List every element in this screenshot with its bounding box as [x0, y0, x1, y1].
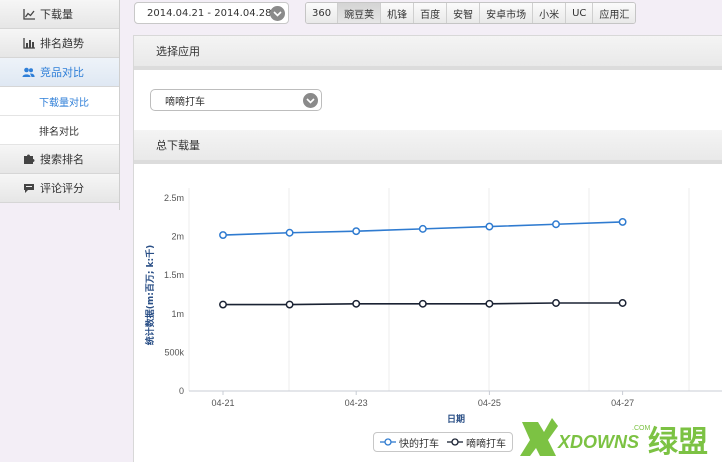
tab-label: 360 — [312, 7, 332, 19]
sidebar-subitem-rank-compare[interactable]: 排名对比 — [0, 116, 119, 145]
legend-item-series-2[interactable]: 嘀嘀打车 — [447, 435, 506, 450]
data-point-series-2 — [485, 299, 494, 308]
tab-xiaomi[interactable]: 小米 — [533, 3, 567, 23]
tab-label: 机锋 — [387, 9, 408, 21]
data-point-series-2 — [418, 299, 427, 308]
chart-legend: 快的打车 嘀嘀打车 — [373, 432, 513, 452]
tab-android-market[interactable]: 安卓市场 — [480, 3, 534, 23]
tab-baidu[interactable]: 百度 — [414, 3, 448, 23]
data-point-series-1 — [485, 222, 494, 231]
data-point-series-2 — [285, 300, 294, 309]
sidebar-item-reviews[interactable]: 评论评分 — [0, 174, 119, 203]
y-tick-label: 1.5m — [164, 270, 184, 280]
legend-marker-series-1 — [380, 438, 396, 446]
x-tick-label: 04-27 — [611, 398, 634, 408]
tab-wandoujia[interactable]: 豌豆荚 — [338, 3, 382, 23]
date-range-picker[interactable]: 2014.04.21 - 2014.04.28 — [134, 2, 289, 24]
sidebar-item-label: 搜索排名 — [40, 153, 84, 166]
watermark-suffix: 绿盟 — [648, 425, 708, 460]
x-tick-label: 04-21 — [211, 398, 234, 408]
data-point-series-2 — [552, 299, 560, 307]
x-tick-label: 04-23 — [345, 398, 368, 408]
tab-label: 小米 — [539, 9, 560, 21]
watermark-text: XDOWNS — [557, 432, 639, 452]
comment-icon — [22, 182, 35, 195]
sidebar-item-downloads[interactable]: 下载量 — [0, 0, 119, 29]
tab-label: UC — [572, 7, 587, 19]
data-point-series-1 — [285, 228, 294, 237]
puzzle-icon — [22, 153, 35, 166]
legend-label: 嘀嘀打车 — [466, 438, 506, 450]
tab-anzhi[interactable]: 安智 — [447, 3, 481, 23]
market-tabs: 360 豌豆荚 机锋 百度 安智 安卓市场 小米 UC 应用汇 — [305, 2, 637, 24]
sidebar-item-label: 下载量 — [40, 8, 73, 21]
sidebar-subitem-label: 排名对比 — [39, 126, 79, 138]
xdowns-watermark-logo: XDOWNS .COM 绿盟 — [520, 418, 708, 460]
data-point-series-1 — [418, 224, 427, 233]
date-range-value: 2014.04.21 - 2014.04.28 — [147, 7, 272, 19]
y-axis-label: 统计数据(m:百万; k:千) — [144, 245, 156, 346]
x-tick-label: 04-25 — [478, 398, 501, 408]
bar-chart-icon — [22, 37, 35, 50]
sidebar: 下载量 排名趋势 竞品对比 下载量对比 排名对比 搜索排名 评论评分 — [0, 0, 119, 203]
tab-uc[interactable]: UC — [566, 3, 594, 23]
users-icon — [22, 66, 35, 79]
data-point-series-2 — [352, 299, 361, 308]
tab-label: 安卓市场 — [486, 9, 527, 21]
y-tick-label: 2.5m — [164, 193, 184, 203]
legend-label: 快的打车 — [399, 438, 439, 450]
content-panel: 选择应用 嘀嘀打车 总下载量 0 500k 1m 1.5m 2m 2.5m 04-21 04-… — [133, 35, 722, 462]
data-point-series-1 — [219, 231, 227, 240]
sidebar-item-rank-trend[interactable]: 排名趋势 — [0, 29, 119, 58]
y-tick-label: 500k — [164, 347, 184, 357]
line-chart-icon — [22, 8, 35, 21]
data-point-series-1 — [352, 227, 361, 236]
legend-item-series-1[interactable]: 快的打车 — [380, 435, 439, 450]
data-point-series-2 — [219, 300, 227, 309]
tab-label: 应用汇 — [599, 9, 630, 21]
tab-jifeng[interactable]: 机锋 — [381, 3, 415, 23]
tab-label: 豌豆荚 — [344, 9, 375, 21]
sidebar-divider — [119, 0, 120, 210]
data-point-series-1 — [618, 217, 627, 226]
y-tick-label: 2m — [171, 232, 184, 242]
tab-yingyonghui[interactable]: 应用汇 — [593, 3, 636, 23]
sidebar-item-label: 排名趋势 — [40, 37, 84, 50]
data-point-series-2 — [618, 299, 627, 307]
y-tick-label: 1m — [171, 309, 184, 319]
data-point-series-1 — [552, 220, 560, 229]
sidebar-item-label: 评论评分 — [40, 182, 84, 195]
legend-marker-series-2 — [447, 438, 463, 446]
y-tick-label: 0 — [179, 386, 184, 396]
sidebar-item-competitor-compare[interactable]: 竞品对比 — [0, 58, 119, 87]
tab-360[interactable]: 360 — [306, 3, 339, 23]
x-axis-label: 日期 — [447, 413, 465, 425]
chevron-down-icon[interactable] — [270, 6, 285, 21]
sidebar-subitem-label: 下载量对比 — [39, 97, 89, 109]
tab-label: 百度 — [420, 9, 441, 21]
download-line-chart: 0 500k 1m 1.5m 2m 2.5m 04-21 04-23 04-25 04-27 日期 统… — [144, 188, 722, 425]
sidebar-item-label: 竞品对比 — [40, 66, 84, 79]
tab-label: 安智 — [453, 9, 474, 21]
sidebar-subitem-download-compare[interactable]: 下载量对比 — [0, 87, 119, 116]
sidebar-item-search-rank[interactable]: 搜索排名 — [0, 145, 119, 174]
